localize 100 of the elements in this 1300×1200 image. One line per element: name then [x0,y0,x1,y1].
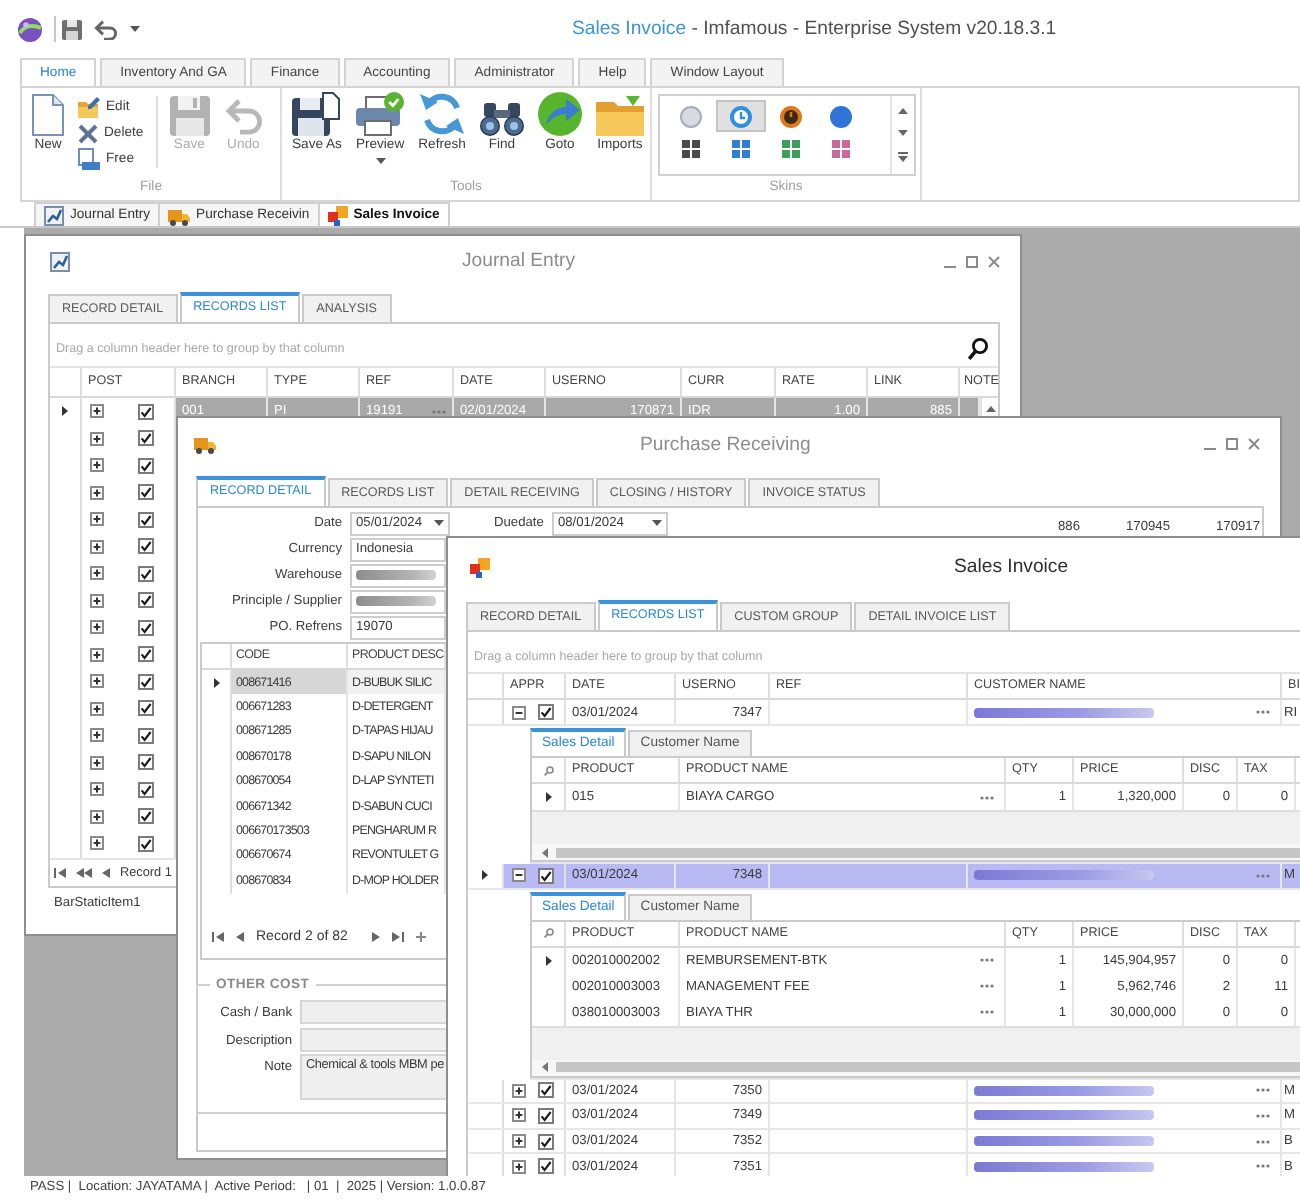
maximize-icon[interactable] [1226,438,1238,450]
text-field[interactable] [350,589,446,613]
checkbox[interactable] [138,511,154,528]
scroll-left-icon[interactable] [542,1062,548,1073]
ring-icon [780,105,802,127]
close-icon[interactable] [1248,438,1260,450]
checkbox[interactable] [138,835,154,852]
checkbox[interactable] [138,484,154,501]
gallery-more-icon[interactable] [898,152,908,162]
expand-toggle[interactable] [90,431,104,446]
expand-toggle[interactable] [90,647,104,662]
checkbox[interactable] [138,754,154,771]
checkbox[interactable] [538,1082,554,1099]
scroll-left-icon[interactable] [542,847,548,857]
first-record-icon[interactable] [212,931,224,941]
checkbox[interactable] [138,619,154,636]
grid-icon [682,139,700,157]
expand-toggle[interactable] [90,485,104,500]
ellipsis-icon[interactable] [1256,1113,1270,1118]
window-title: Journal Entry [462,250,576,272]
checkbox[interactable] [538,1133,554,1150]
clock-icon [730,105,752,127]
checkbox[interactable] [538,1107,554,1124]
next-record-icon[interactable] [371,931,380,941]
expand-toggle[interactable] [512,1108,526,1123]
checkbox[interactable] [138,646,154,663]
expand-toggle[interactable] [512,868,526,883]
expand-toggle[interactable] [90,458,104,473]
row-pointer-icon [545,955,551,966]
checkbox[interactable] [138,592,154,609]
previous-record-icon[interactable] [102,867,110,877]
expand-toggle[interactable] [90,620,104,635]
expand-toggle[interactable] [90,836,104,851]
last-record-icon[interactable] [391,931,404,941]
checkbox[interactable] [138,538,154,555]
expand-toggle[interactable] [512,1083,526,1098]
dropdown-caret-icon[interactable] [434,520,444,526]
expand-toggle[interactable] [90,755,104,770]
checkbox[interactable] [138,430,154,447]
checkbox[interactable] [138,808,154,825]
floppy-disk-icon [292,92,341,136]
undo-arrow-icon[interactable] [94,19,118,39]
expand-toggle[interactable] [512,1159,526,1174]
input-field[interactable] [300,1028,448,1052]
scroll-up-icon[interactable] [985,406,995,412]
dropdown-caret-icon [375,158,386,164]
previous-page-icon[interactable] [76,867,92,877]
app-logo-icon[interactable] [18,17,42,41]
input-field[interactable] [300,1000,448,1024]
expand-toggle[interactable] [512,705,526,719]
ellipsis-icon[interactable] [1256,1164,1270,1169]
ellipsis-icon[interactable] [980,984,994,989]
dropdown-caret-icon[interactable] [130,26,140,32]
checkbox[interactable] [538,704,554,720]
expand-toggle[interactable] [90,566,104,581]
folder-icon [595,96,644,136]
scrollbar-thumb[interactable] [556,1062,1300,1073]
expand-toggle[interactable] [90,404,104,419]
truck-icon [194,434,216,454]
circle-icon [830,105,852,127]
checkbox[interactable] [538,1158,554,1175]
row-pointer-icon [62,406,68,417]
expand-toggle[interactable] [90,701,104,716]
scrollbar-thumb[interactable] [556,847,1300,857]
expand-toggle[interactable] [90,539,104,554]
first-record-icon[interactable] [54,867,66,877]
checkbox[interactable] [138,727,154,744]
checkbox[interactable] [138,781,154,798]
checkbox[interactable] [138,457,154,474]
expand-toggle[interactable] [90,728,104,743]
add-record-icon[interactable] [415,931,426,941]
window-title: Purchase Receiving [640,433,811,455]
scroll-down-icon[interactable] [898,130,908,136]
previous-record-icon[interactable] [236,931,244,941]
expand-toggle[interactable] [512,1134,526,1149]
chart-icon [50,251,70,271]
ellipsis-icon[interactable] [980,1010,994,1015]
expand-toggle[interactable] [90,674,104,689]
search-icon[interactable] [968,337,988,359]
expand-toggle[interactable] [90,512,104,527]
expand-toggle[interactable] [90,809,104,824]
text-field[interactable] [350,563,446,587]
expand-toggle[interactable] [90,593,104,608]
maximize-icon[interactable] [966,255,978,267]
ellipsis-icon[interactable] [1256,1088,1270,1093]
row-pointer-icon [213,677,219,688]
checkbox[interactable] [538,867,554,884]
checkbox[interactable] [138,565,154,582]
folder-pencil-icon [78,96,100,118]
checkbox[interactable] [138,673,154,690]
ellipsis-icon[interactable] [980,958,994,963]
expand-toggle[interactable] [90,782,104,797]
scroll-up-icon[interactable] [898,108,908,114]
checkbox[interactable] [138,403,154,420]
window-title: Sales Invoice - Imfamous - Enterprise System v20.18.3.1 [572,18,1057,40]
checkbox[interactable] [138,700,154,717]
row-pointer-icon [482,870,488,881]
ellipsis-icon[interactable] [1256,1139,1270,1144]
close-icon[interactable] [988,255,1000,267]
dropdown-caret-icon[interactable] [651,520,662,526]
